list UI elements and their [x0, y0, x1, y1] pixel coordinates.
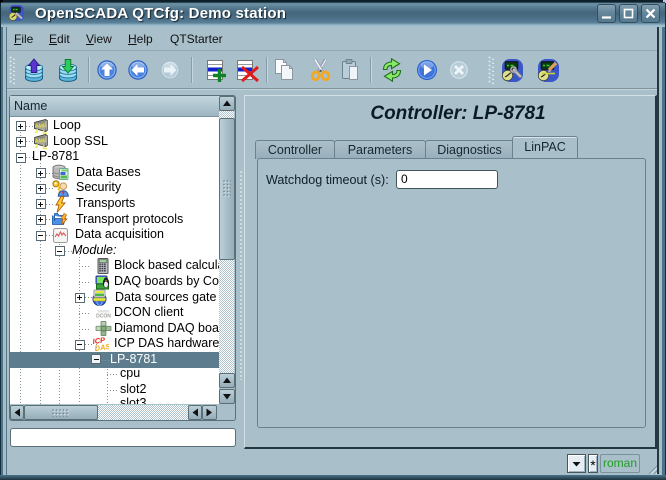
svg-text:DCON: DCON: [96, 313, 111, 319]
svg-text:AMR: AMR: [35, 139, 47, 145]
svg-text:AMR: AMR: [35, 123, 47, 129]
